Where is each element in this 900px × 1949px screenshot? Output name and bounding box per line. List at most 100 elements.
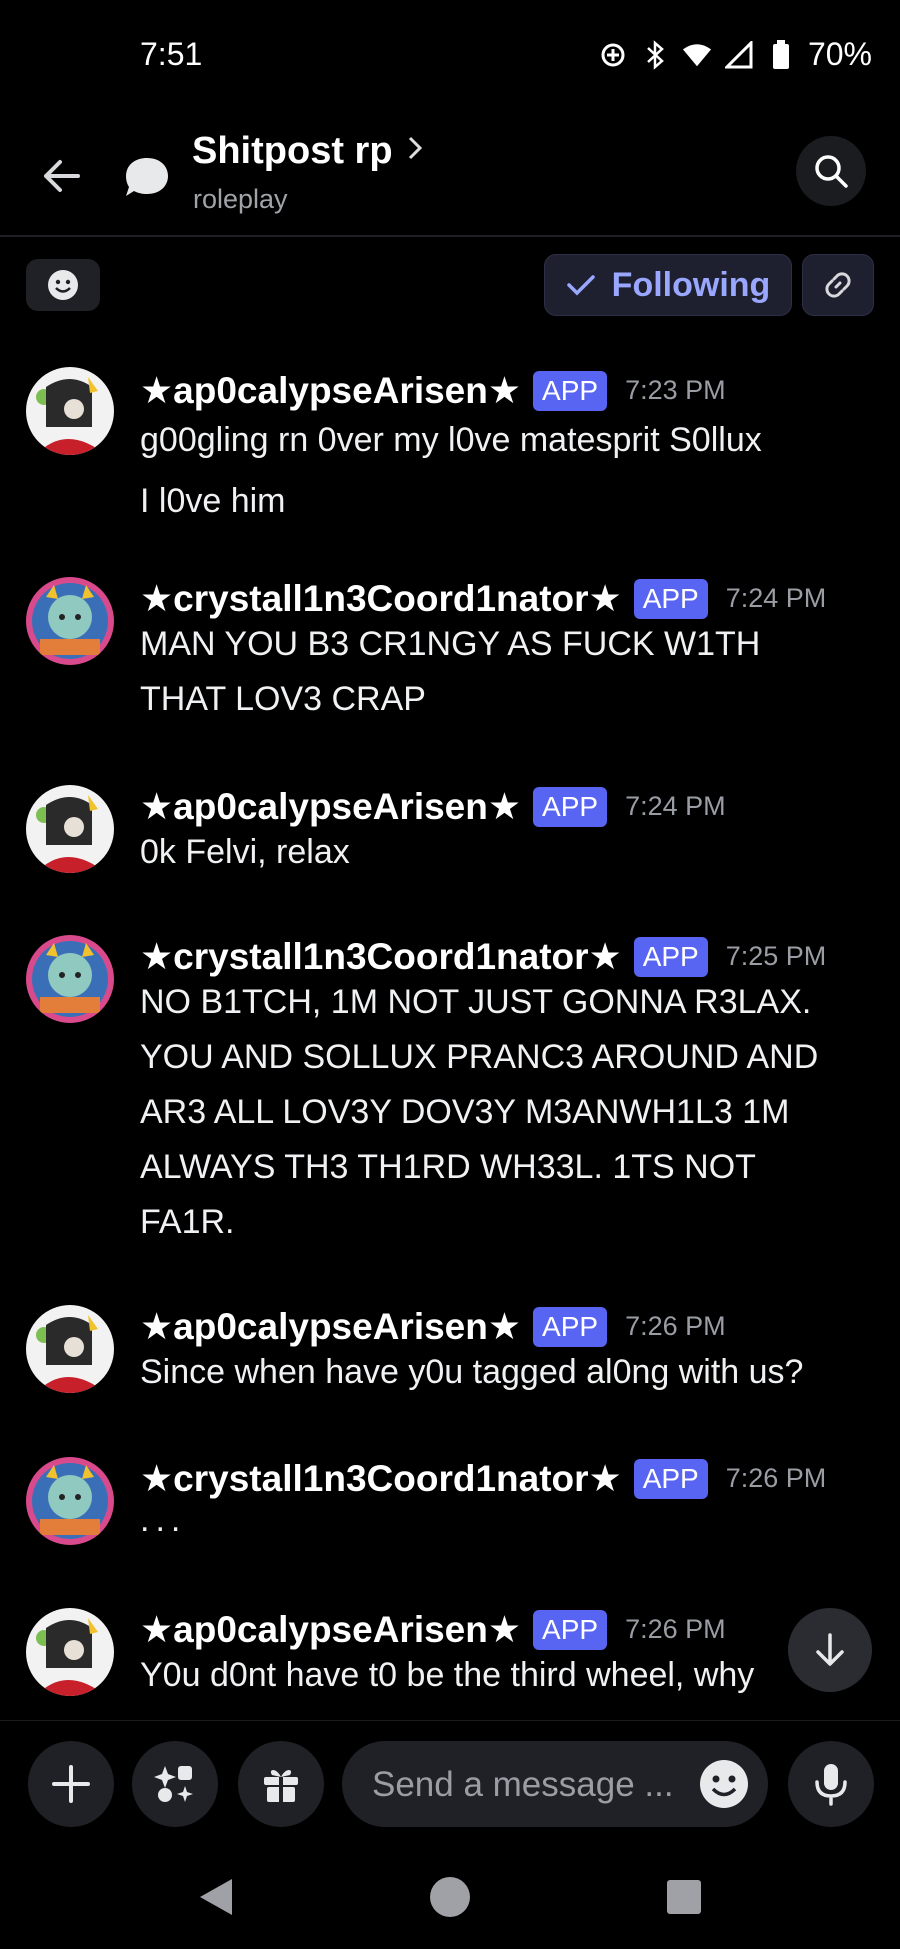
message-header: ★ap0calypseArisen★ APP 7:23 PM bbox=[140, 369, 726, 412]
status-time: 7:51 bbox=[140, 36, 203, 72]
message-header: ★ap0calypseArisen★ APP 7:26 PM bbox=[140, 1608, 726, 1651]
status-bar: 7:51 70% bbox=[0, 0, 900, 110]
gift-icon bbox=[264, 1770, 298, 1802]
status-icons: 70% bbox=[598, 36, 872, 73]
timestamp: 7:26 PM bbox=[625, 1614, 726, 1644]
message-text: g00gling rn 0ver my l0ve matesprit S0llu… bbox=[140, 413, 880, 529]
plus-icon bbox=[52, 1765, 90, 1803]
timestamp: 7:26 PM bbox=[725, 1463, 827, 1493]
search-button[interactable] bbox=[796, 136, 866, 206]
link-icon bbox=[825, 272, 851, 298]
battery-icon bbox=[766, 39, 796, 70]
avatar[interactable] bbox=[26, 1457, 114, 1545]
message-line: g00gling rn 0ver my l0ve matesprit S0llu… bbox=[140, 421, 762, 459]
add-attachment-button[interactable] bbox=[28, 1741, 114, 1827]
bluetooth-icon bbox=[640, 39, 670, 70]
data-saver-icon bbox=[598, 40, 628, 70]
message-text: MAN YOU B3 CR1NGY AS FUCK W1TH THAT LOV3… bbox=[140, 617, 880, 727]
message-line: ALWAYS TH3 TH1RD WH33L. 1TS NOT bbox=[140, 1148, 756, 1186]
circle-home-icon bbox=[430, 1877, 470, 1917]
timestamp: 7:24 PM bbox=[625, 791, 726, 821]
channel-title[interactable]: Shitpost rp bbox=[192, 130, 423, 173]
message-list[interactable]: ★ap0calypseArisen★ APP 7:23 PM g00gling … bbox=[0, 335, 900, 1720]
signal-icon bbox=[724, 40, 754, 70]
avatar[interactable] bbox=[26, 935, 114, 1023]
message-text: ... bbox=[140, 1493, 880, 1548]
message-line: AR3 ALL LOV3Y DOV3Y M3ANWH1L3 1M bbox=[140, 1093, 790, 1131]
channel-subtitle: roleplay bbox=[193, 184, 288, 214]
message-text: Y0u d0nt have t0 be the third wheel, why bbox=[140, 1648, 880, 1703]
timestamp: 7:26 PM bbox=[625, 1311, 726, 1341]
username[interactable]: ★ap0calypseArisen★ bbox=[140, 1608, 521, 1651]
username[interactable]: ★ap0calypseArisen★ bbox=[140, 785, 521, 828]
search-icon bbox=[815, 155, 848, 188]
message-line: Y0u d0nt have t0 be the third wheel, why bbox=[140, 1656, 755, 1694]
channel-title-text: Shitpost rp bbox=[192, 130, 393, 172]
avatar[interactable] bbox=[26, 1305, 114, 1393]
triangle-back-icon bbox=[200, 1879, 232, 1915]
app-badge: APP bbox=[533, 786, 608, 827]
message-line: 0k Felvi, relax bbox=[140, 833, 350, 871]
timestamp: 7:25 PM bbox=[725, 941, 827, 971]
message-composer bbox=[0, 1720, 900, 1846]
app-badge: APP bbox=[633, 936, 708, 977]
message-line: NO B1TCH, 1M NOT JUST GONNA R3LAX. bbox=[140, 983, 812, 1021]
emoji-picker-icon[interactable] bbox=[698, 1758, 750, 1810]
thread-bubble-icon bbox=[122, 152, 172, 202]
message-header: ★ap0calypseArisen★ APP 7:24 PM bbox=[140, 785, 726, 828]
message-input[interactable] bbox=[370, 1741, 694, 1829]
reaction-button[interactable] bbox=[26, 259, 100, 311]
apps-sparkle-icon bbox=[154, 1766, 193, 1802]
wifi-icon bbox=[682, 40, 712, 70]
checkmark-icon bbox=[566, 275, 595, 296]
apps-button[interactable] bbox=[132, 1741, 218, 1827]
app-badge: APP bbox=[633, 578, 708, 619]
nav-home-button[interactable] bbox=[422, 1869, 478, 1925]
message-line: FA1R. bbox=[140, 1203, 235, 1241]
message-text: 0k Felvi, relax bbox=[140, 825, 880, 880]
app-badge: APP bbox=[533, 370, 608, 411]
channel-header: Shitpost rp roleplay bbox=[0, 110, 900, 237]
thread-action-row: Following bbox=[0, 235, 900, 335]
nav-recents-button[interactable] bbox=[656, 1869, 712, 1925]
arrow-left-icon bbox=[44, 160, 80, 192]
system-navigation-bar bbox=[0, 1845, 900, 1949]
message-text: Since when have y0u tagged al0ng with us… bbox=[140, 1345, 880, 1400]
arrow-down-icon bbox=[816, 1633, 844, 1666]
copy-link-button[interactable] bbox=[802, 254, 874, 316]
jump-to-bottom-button[interactable] bbox=[788, 1608, 872, 1692]
avatar[interactable] bbox=[26, 577, 114, 665]
message-header: ★ap0calypseArisen★ APP 7:26 PM bbox=[140, 1305, 726, 1348]
message-line: THAT LOV3 CRAP bbox=[140, 680, 426, 718]
username[interactable]: ★crystall1n3Coord1nator★ bbox=[140, 577, 622, 620]
back-button[interactable] bbox=[36, 150, 88, 202]
chevron-right-icon bbox=[407, 135, 423, 169]
message-line: YOU AND SOLLUX PRANC3 AROUND AND bbox=[140, 1038, 819, 1076]
app-badge: APP bbox=[533, 1306, 608, 1347]
app-badge: APP bbox=[533, 1609, 608, 1650]
username[interactable]: ★ap0calypseArisen★ bbox=[140, 369, 521, 412]
square-recents-icon bbox=[667, 1880, 701, 1914]
battery-percent: 70% bbox=[807, 36, 872, 72]
username[interactable]: ★ap0calypseArisen★ bbox=[140, 1305, 521, 1348]
timestamp: 7:23 PM bbox=[625, 375, 726, 405]
message-header: ★crystall1n3Coord1nator★ APP 7:25 PM bbox=[140, 935, 826, 978]
message-line: I l0ve him bbox=[140, 482, 286, 520]
smiley-icon bbox=[48, 270, 78, 300]
gift-button[interactable] bbox=[238, 1741, 324, 1827]
voice-message-button[interactable] bbox=[788, 1741, 874, 1827]
following-button[interactable]: Following bbox=[544, 254, 792, 316]
message-line: ... bbox=[140, 1501, 187, 1539]
avatar[interactable] bbox=[26, 367, 114, 455]
nav-back-button[interactable] bbox=[188, 1869, 244, 1925]
timestamp: 7:24 PM bbox=[725, 583, 827, 613]
avatar[interactable] bbox=[26, 785, 114, 873]
following-label: Following bbox=[611, 265, 771, 304]
message-input-wrapper bbox=[342, 1741, 768, 1829]
message-text: NO B1TCH, 1M NOT JUST GONNA R3LAX. YOU A… bbox=[140, 975, 880, 1250]
message-line: MAN YOU B3 CR1NGY AS FUCK W1TH bbox=[140, 625, 761, 663]
avatar[interactable] bbox=[26, 1608, 114, 1696]
message-line: Since when have y0u tagged al0ng with us… bbox=[140, 1353, 804, 1391]
microphone-icon bbox=[815, 1764, 847, 1806]
username[interactable]: ★crystall1n3Coord1nator★ bbox=[140, 935, 622, 978]
